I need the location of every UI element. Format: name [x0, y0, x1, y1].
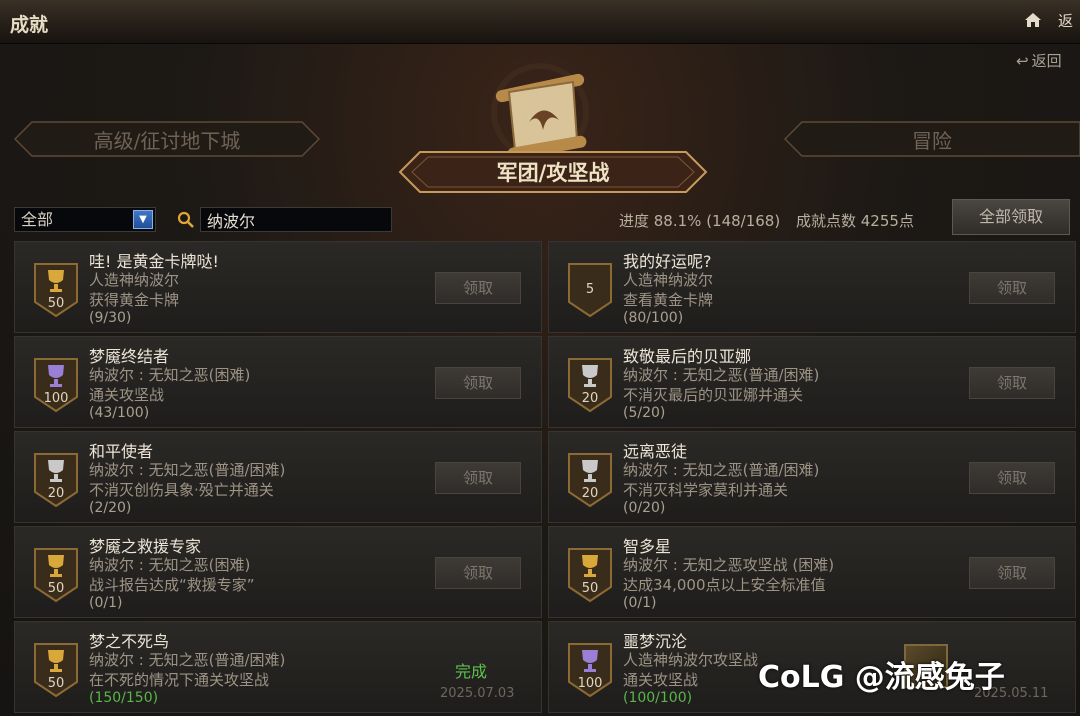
achievement-card: 20 远离恶徒 纳波尔 : 无知之恶(普通/困难) 不消灭科学家莫利并通关 (0/20)… — [548, 431, 1076, 523]
achievement-target: 纳波尔 : 无知之恶攻坚战 (困难) — [623, 556, 835, 574]
claim-button[interactable]: 领取 — [435, 272, 521, 304]
category-select[interactable]: 全部 ▼ — [14, 207, 156, 232]
achievement-target: 纳波尔 : 无知之恶(困难) — [89, 556, 251, 574]
claim-button[interactable]: 领取 — [969, 367, 1055, 399]
achievement-progress: (150/150) — [89, 690, 159, 706]
claim-all-button[interactable]: 全部领取 — [952, 199, 1070, 235]
watermark: CoLG @流感兔子 — [758, 660, 1005, 695]
window-title: 成就 — [10, 14, 49, 36]
achievement-condition: 不消灭科学家莫利并通关 — [623, 481, 789, 499]
achievement-target: 人造神纳波尔攻坚战 — [623, 651, 759, 669]
return-arrow-icon: ↩ — [1016, 51, 1029, 70]
achievement-progress: (9/30) — [89, 310, 132, 326]
badge-points: 5 — [585, 282, 595, 297]
achievement-badge: 5 — [567, 262, 613, 318]
top-return-button[interactable]: 返 — [1058, 10, 1073, 31]
achievement-target: 纳波尔 : 无知之恶(普通/困难) — [89, 651, 286, 669]
achievement-card: 20 致敬最后的贝亚娜 纳波尔 : 无知之恶(普通/困难) 不消灭最后的贝亚娜并通关(… — [548, 336, 1076, 428]
achievement-progress: (0/20) — [623, 500, 666, 516]
achievement-card: 5 我的好运呢? 人造神纳波尔 查看黄金卡牌 (80/100) 领取 — [548, 241, 1076, 333]
achievement-condition: 获得黄金卡牌 — [89, 291, 180, 309]
tab-advanced-dungeon[interactable]: 高级/征讨地下城 — [14, 121, 320, 157]
claim-button[interactable]: 领取 — [435, 367, 521, 399]
achievement-badge: 100 — [567, 642, 613, 698]
achievement-progress: (43/100) — [89, 405, 150, 421]
achievement-card: 100 梦魇终结者 纳波尔 : 无知之恶(困难) 通关攻坚战 (43/100) 领取 — [14, 336, 542, 428]
achievement-condition: 在不死的情况下通关攻坚战 — [89, 671, 270, 689]
badge-points: 50 — [47, 676, 65, 691]
badge-points: 50 — [47, 296, 65, 311]
claim-button[interactable]: 领取 — [969, 557, 1055, 589]
tab-adventure[interactable]: 冒险 — [784, 121, 1080, 157]
badge-points: 20 — [581, 391, 599, 406]
achievement-card: 50 智多星 纳波尔 : 无知之恶攻坚战 (困难) 达成34,000点以上安全标准值(… — [548, 526, 1076, 618]
achievement-condition: 战斗报告达成“救援专家” — [89, 576, 255, 594]
achievement-badge: 50 — [33, 642, 79, 698]
achievement-target: 纳波尔 : 无知之恶(普通/困难) — [623, 461, 820, 479]
achievement-condition: 达成34,000点以上安全标准值 — [623, 576, 826, 594]
achievement-card: 20 和平使者 纳波尔 : 无知之恶(普通/困难) 不消灭创伤具象·殁亡并通关 (2/2… — [14, 431, 542, 523]
achievement-badge: 50 — [33, 547, 79, 603]
badge-points: 100 — [577, 676, 603, 691]
achievement-card: 50 哇! 是黄金卡牌哒! 人造神纳波尔 获得黄金卡牌 (9/30) 领取 — [14, 241, 542, 333]
return-button[interactable]: ↩ 返回 — [1016, 50, 1062, 71]
achievement-badge: 20 — [567, 452, 613, 508]
claim-button[interactable]: 领取 — [435, 557, 521, 589]
achievement-badge: 20 — [567, 357, 613, 413]
badge-points: 50 — [581, 581, 599, 596]
achievement-condition: 通关攻坚战 — [89, 386, 165, 404]
badge-points: 20 — [581, 486, 599, 501]
achievement-target: 纳波尔 : 无知之恶(普通/困难) — [623, 366, 820, 384]
tab-legion-raid[interactable]: 军团/攻坚战 — [398, 150, 708, 194]
achievement-progress: (100/100) — [623, 690, 693, 706]
claim-button[interactable]: 领取 — [969, 272, 1055, 304]
home-icon[interactable] — [1024, 12, 1042, 28]
progress-text: 进度 88.1% (148/168) — [619, 212, 781, 230]
achievement-progress: (5/20) — [623, 405, 666, 421]
achievement-condition: 不消灭创伤具象·殁亡并通关 — [89, 481, 274, 499]
achievement-condition: 查看黄金卡牌 — [623, 291, 714, 309]
achievement-target: 纳波尔 : 无知之恶(普通/困难) — [89, 461, 286, 479]
achievement-card: 50 梦魇之救援专家 纳波尔 : 无知之恶(困难) 战斗报告达成“救援专家” (0/1)… — [14, 526, 542, 618]
category-select-value: 全部 — [21, 210, 54, 229]
achievement-target: 纳波尔 : 无知之恶(困难) — [89, 366, 251, 384]
achievement-badge: 50 — [33, 262, 79, 318]
achievement-progress: (0/1) — [623, 595, 657, 611]
badge-points: 100 — [43, 391, 69, 406]
achievement-badge: 100 — [33, 357, 79, 413]
tab-label: 冒险 — [912, 128, 952, 153]
claim-button[interactable]: 领取 — [435, 462, 521, 494]
achievement-progress: (0/1) — [89, 595, 123, 611]
achievement-card: 50 梦之不死鸟 纳波尔 : 无知之恶(普通/困难) 在不死的情况下通关攻坚战 (150… — [14, 621, 542, 713]
search-icon — [177, 211, 194, 228]
achievement-progress: (2/20) — [89, 500, 132, 516]
scroll-emblem-icon — [491, 63, 589, 160]
dropdown-arrow-icon[interactable]: ▼ — [133, 210, 153, 229]
achievement-badge: 50 — [567, 547, 613, 603]
achievement-condition: 通关攻坚战 — [623, 671, 699, 689]
achievement-points-text: 成就点数 4255点 — [796, 212, 914, 230]
achievement-target: 人造神纳波尔 — [623, 271, 714, 289]
claim-button[interactable]: 领取 — [969, 462, 1055, 494]
return-label: 返回 — [1031, 52, 1062, 70]
tab-label: 军团/攻坚战 — [496, 160, 610, 185]
achievement-condition: 不消灭最后的贝亚娜并通关 — [623, 386, 804, 404]
achievement-progress: (80/100) — [623, 310, 684, 326]
achievement-target: 人造神纳波尔 — [89, 271, 180, 289]
badge-points: 20 — [47, 486, 65, 501]
search-input[interactable] — [200, 207, 392, 232]
title-bar: 成就 返 — [0, 0, 1080, 44]
badge-points: 50 — [47, 581, 65, 596]
achievement-badge: 20 — [33, 452, 79, 508]
completion-date: 2025.07.03 — [440, 686, 515, 701]
complete-status: 完成 — [455, 662, 488, 681]
tab-label: 高级/征讨地下城 — [93, 128, 241, 153]
